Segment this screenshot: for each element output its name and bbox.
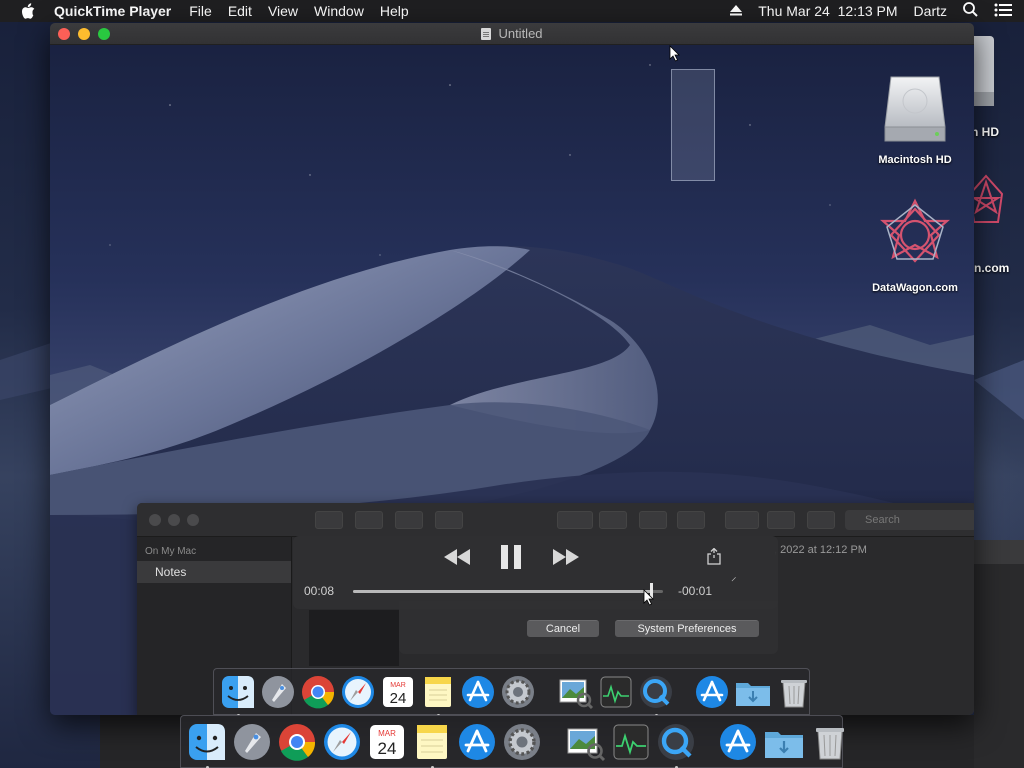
mouse-cursor-icon bbox=[643, 589, 654, 606]
preview-icon[interactable] bbox=[564, 722, 606, 762]
system-preferences-button[interactable]: System Preferences bbox=[615, 620, 759, 637]
minimize-button[interactable] bbox=[78, 28, 90, 40]
window-title: Untitled bbox=[498, 26, 543, 41]
menu-window[interactable]: Window bbox=[314, 3, 364, 19]
scrubber-progress bbox=[353, 590, 651, 593]
menu-file[interactable]: File bbox=[189, 3, 212, 19]
desktop-icon-macintosh-hd[interactable]: Macintosh HD bbox=[870, 73, 960, 166]
cancel-button[interactable]: Cancel bbox=[527, 620, 599, 637]
tick-mark: ⸍ bbox=[731, 576, 737, 588]
svg-text:MAR: MAR bbox=[390, 682, 406, 689]
notes-minimize-button[interactable] bbox=[168, 514, 180, 526]
app-store-folder-icon[interactable] bbox=[718, 722, 758, 762]
document-icon bbox=[481, 27, 492, 40]
app-store-folder-icon[interactable] bbox=[694, 674, 730, 710]
menu-edit[interactable]: Edit bbox=[228, 3, 252, 19]
scrubber-track[interactable] bbox=[353, 583, 663, 599]
preview-icon[interactable] bbox=[556, 674, 594, 710]
pause-icon[interactable] bbox=[501, 545, 523, 574]
notes-share-button[interactable] bbox=[807, 511, 835, 529]
fast-forward-icon[interactable] bbox=[553, 549, 579, 570]
folder-icon[interactable] bbox=[763, 722, 805, 762]
notes-camera-button[interactable] bbox=[639, 511, 667, 529]
notes-compose-button[interactable] bbox=[435, 511, 463, 529]
playback-controls bbox=[293, 536, 778, 609]
share-icon[interactable] bbox=[707, 547, 721, 570]
finder-icon[interactable] bbox=[220, 674, 256, 715]
hard-drive-icon bbox=[884, 76, 946, 142]
close-button[interactable] bbox=[58, 28, 70, 40]
svg-text:MAR: MAR bbox=[378, 729, 396, 738]
notes-zoom-button[interactable] bbox=[187, 514, 199, 526]
launchpad-icon[interactable] bbox=[232, 722, 272, 762]
notes-toolbar: Search bbox=[137, 503, 974, 537]
chrome-icon[interactable] bbox=[300, 674, 336, 710]
quicktime-window: Untitled Macintosh HD DataWagon.com Sear… bbox=[50, 23, 974, 715]
elapsed-time: 00:08 bbox=[304, 584, 335, 598]
quicktime-icon[interactable] bbox=[638, 674, 674, 715]
drag-selection-rectangle bbox=[671, 69, 715, 181]
activity-monitor-icon[interactable] bbox=[598, 674, 634, 710]
notes-sidebar-toggle-button[interactable] bbox=[315, 511, 343, 529]
desktop-icon-datawagon[interactable]: DataWagon.com bbox=[870, 195, 960, 294]
apple-menu-icon[interactable] bbox=[20, 2, 36, 20]
rewind-icon[interactable] bbox=[444, 549, 470, 570]
notes-search-input[interactable]: Search bbox=[845, 510, 974, 530]
system-preferences-icon[interactable] bbox=[502, 722, 542, 762]
user-menu[interactable]: Dartz bbox=[914, 3, 947, 19]
folder-icon[interactable] bbox=[734, 674, 772, 710]
safari-icon[interactable] bbox=[322, 722, 362, 762]
recording-cursor-icon bbox=[669, 45, 680, 62]
calendar-icon[interactable]: MAR 24 bbox=[367, 722, 407, 762]
notes-icon[interactable] bbox=[412, 722, 452, 768]
datawagon-icon bbox=[880, 198, 950, 263]
desktop-icon-label: Macintosh HD bbox=[878, 154, 952, 166]
notes-close-button[interactable] bbox=[149, 514, 161, 526]
chrome-icon[interactable] bbox=[277, 722, 317, 762]
dark-panel bbox=[309, 610, 399, 666]
menu-bar: QuickTime Player File Edit View Window H… bbox=[0, 0, 1024, 22]
notes-share-people-button[interactable] bbox=[767, 511, 795, 529]
system-preferences-icon[interactable] bbox=[500, 674, 536, 710]
note-date: , 2022 at 12:12 PM bbox=[774, 544, 867, 556]
menu-view[interactable]: View bbox=[268, 3, 298, 19]
notes-search-placeholder: Search bbox=[865, 514, 900, 526]
notes-icon[interactable] bbox=[420, 674, 456, 715]
spotlight-search-icon[interactable] bbox=[963, 2, 978, 20]
outer-desktop-label-com: n.com bbox=[974, 261, 1010, 275]
activity-monitor-icon[interactable] bbox=[611, 722, 651, 762]
app-store-icon[interactable] bbox=[457, 722, 497, 762]
notes-format-button[interactable] bbox=[677, 511, 705, 529]
notes-gallery-button[interactable] bbox=[355, 511, 383, 529]
calendar-icon[interactable]: MAR 24 bbox=[380, 674, 416, 710]
svg-text:24: 24 bbox=[390, 690, 407, 707]
zoom-button[interactable] bbox=[98, 28, 110, 40]
notes-delete-button[interactable] bbox=[395, 511, 423, 529]
quicktime-icon[interactable] bbox=[656, 722, 696, 768]
launchpad-icon[interactable] bbox=[260, 674, 296, 710]
notification-center-icon[interactable] bbox=[994, 3, 1012, 20]
safari-icon[interactable] bbox=[340, 674, 376, 710]
svg-text:24: 24 bbox=[378, 739, 397, 758]
desktop-icon-label: DataWagon.com bbox=[872, 282, 958, 294]
app-store-icon[interactable] bbox=[460, 674, 496, 710]
notes-attachment-button[interactable] bbox=[557, 511, 593, 529]
sidebar-header: On My Mac bbox=[145, 546, 197, 557]
window-titlebar[interactable]: Untitled bbox=[50, 23, 974, 45]
remaining-time: -00:01 bbox=[678, 584, 713, 598]
outer-desktop-label-hd: n HD bbox=[971, 125, 999, 139]
recorded-dock: MAR 24 bbox=[213, 668, 810, 715]
notes-table-button[interactable] bbox=[725, 511, 759, 529]
trash-icon[interactable] bbox=[776, 674, 812, 710]
sidebar-item-notes[interactable]: Notes bbox=[137, 561, 291, 583]
menu-help[interactable]: Help bbox=[380, 3, 409, 19]
app-menu[interactable]: QuickTime Player bbox=[54, 3, 171, 19]
trash-icon[interactable] bbox=[810, 722, 850, 762]
clock[interactable]: Thu Mar 24 12:13 PM bbox=[758, 3, 897, 19]
notes-checklist-button[interactable] bbox=[599, 511, 627, 529]
dock: MAR 24 bbox=[180, 715, 844, 768]
finder-icon[interactable] bbox=[187, 722, 227, 768]
eject-icon[interactable] bbox=[730, 3, 743, 19]
